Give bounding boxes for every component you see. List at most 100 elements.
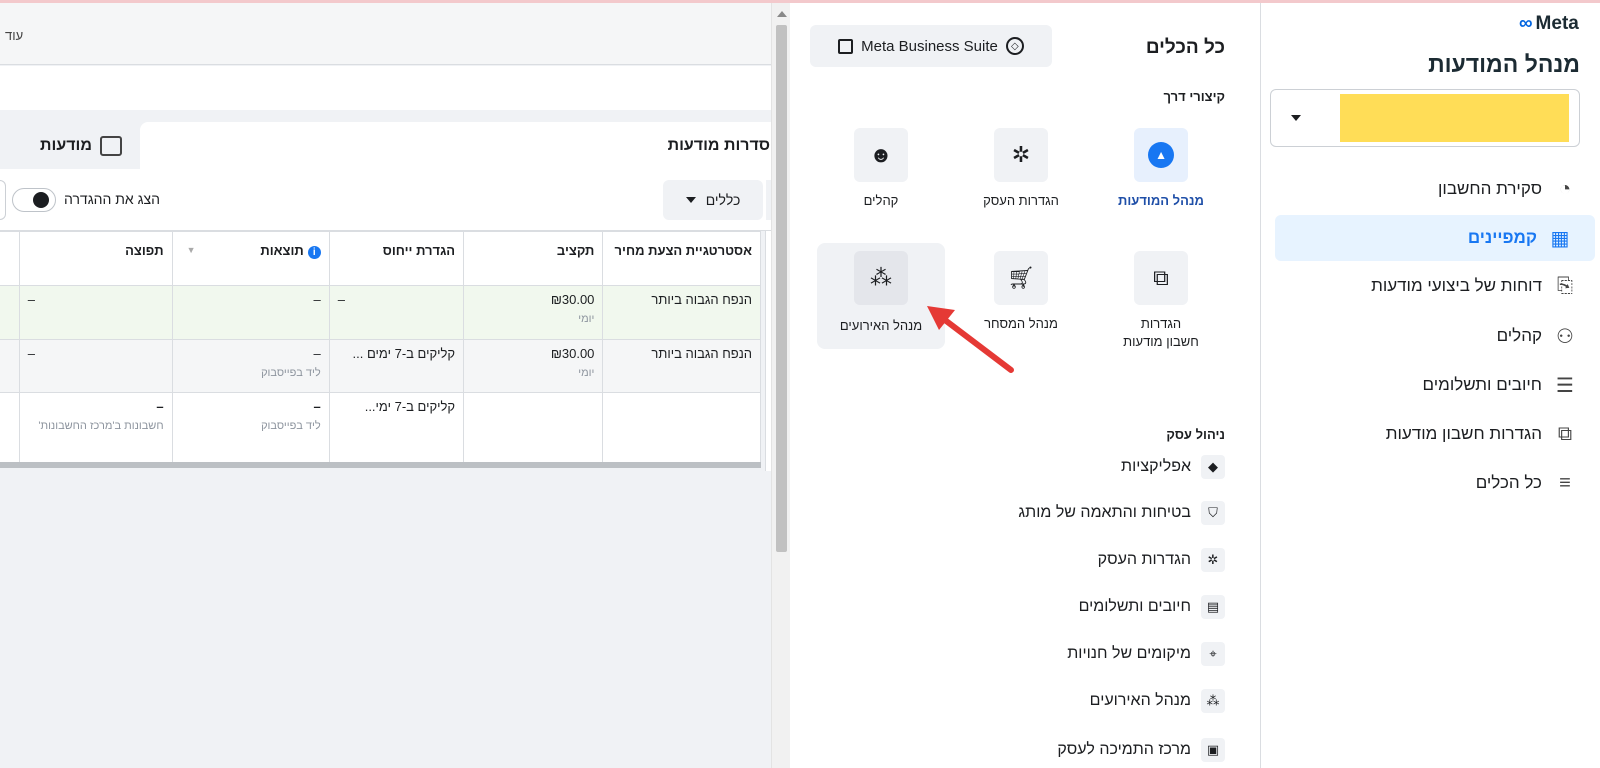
shortcut-business-settings[interactable]: ✲ הגדרות העסק	[957, 128, 1085, 236]
scrollbar-thumb[interactable]	[776, 25, 787, 552]
sidebar-item-label: הגדרות חשבון מודעות	[1385, 424, 1542, 443]
tool-brand-safety[interactable]: ⛉ בטיחות והתאמה של מותג	[1018, 501, 1225, 525]
billing-icon: ▤	[1201, 595, 1225, 619]
page-title: מנהל המודעות	[1428, 51, 1580, 77]
ad-icon	[100, 136, 122, 156]
tool-label: מיקומים של חנויות	[1067, 645, 1191, 662]
tool-business-support[interactable]: ▣ מרכז התמיכה לעסק	[1057, 738, 1225, 762]
ads-manager-icon: ▲	[1134, 128, 1188, 182]
table-grid-icon: ▦	[1550, 227, 1570, 250]
tool-apps[interactable]: ◆ אפליקציות	[1121, 455, 1225, 479]
shortcut-label: קהלים	[863, 193, 899, 208]
account-name-redacted	[1340, 94, 1569, 142]
sidebar-item-label: דוחות של ביצועי מודעות	[1371, 276, 1542, 295]
audiences-icon: ⚇	[1556, 325, 1574, 348]
business-suite-logo-icon: ◇	[1005, 37, 1024, 55]
sort-caret-icon[interactable]: ▼	[187, 242, 196, 259]
cell-overflow	[0, 285, 20, 340]
support-icon: ▣	[1201, 738, 1225, 762]
business-management-heading: ניהול עסק	[1166, 427, 1225, 442]
results-type: ליד בפייסבוק	[261, 367, 321, 379]
sidebar-item-label: קמפיינים	[1467, 228, 1537, 247]
sidebar-item-all-tools[interactable]: ≡ כל הכלים	[1270, 460, 1600, 506]
sidebar-item-label: חיובים ותשלומים	[1422, 375, 1542, 394]
table-row[interactable]: הנפח הגבוה ביותר ₪30.00 יומי – – –	[0, 285, 761, 340]
meta-business-suite-button[interactable]: Meta Business Suite ◇	[810, 25, 1052, 67]
cell-attribution: קליקים ב-7 ימים ...	[328, 339, 465, 393]
meta-logo[interactable]: ∞ Meta	[1519, 13, 1579, 35]
tool-billing[interactable]: ▤ חיובים ותשלומים	[1079, 595, 1225, 619]
col-reach-label: תפוצה	[125, 243, 164, 258]
more-link[interactable]: עוד	[5, 28, 23, 43]
meta-business-suite-label: Meta Business Suite	[861, 37, 998, 55]
shortcut-commerce-manager[interactable]: 🛒︎ מנהל המסחר	[957, 251, 1085, 359]
col-attribution[interactable]: הגדרת ייחוס	[328, 231, 465, 286]
external-link-icon	[838, 38, 854, 54]
events-manager-icon: ⁂	[854, 251, 908, 305]
results-value: –	[313, 399, 321, 414]
sidebar-item-reports[interactable]: ⎘ דוחות של ביצועי מודעות	[1270, 263, 1600, 309]
scroll-up-arrow-icon[interactable]	[777, 11, 787, 17]
show-setting-label: הצג את ההגדרה	[64, 191, 161, 207]
tool-label: אפליקציות	[1121, 458, 1191, 475]
rules-button[interactable]: כללים	[663, 180, 763, 220]
budget-period: יומי	[578, 313, 595, 325]
show-setting-toggle[interactable]	[12, 188, 56, 212]
info-icon[interactable]: i	[307, 246, 321, 259]
sidebar-item-billing[interactable]: ☰ חיובים ותשלומים	[1270, 362, 1600, 408]
tool-label: הגדרות העסק	[1097, 551, 1191, 568]
cell-results: – ליד בפייסבוק	[171, 392, 330, 468]
hamburger-menu-icon: ≡	[1559, 471, 1571, 494]
reach-value: –	[156, 399, 164, 414]
shortcut-label: הגדרות העסק	[983, 193, 1059, 208]
budget-value: ₪30.00	[550, 292, 595, 307]
shortcut-ad-account-settings[interactable]: ⧉ הגדרות חשבון מודעות	[1097, 251, 1225, 359]
billing-icon: ☰	[1556, 374, 1574, 397]
ad-account-settings-icon: ⧉	[1557, 422, 1573, 445]
tab-adsets[interactable]: סדרות מודעות	[140, 122, 771, 170]
cell-bid: הנפח הגבוה ביותר	[602, 285, 761, 340]
col-overflow	[0, 231, 20, 286]
results-type: ליד בפייסבוק	[261, 420, 321, 432]
vertical-scrollbar[interactable]	[771, 3, 790, 768]
col-results[interactable]: iתוצאות ▼	[171, 231, 330, 286]
toggle-knob	[33, 192, 49, 208]
col-budget[interactable]: תקציב	[463, 231, 604, 286]
budget-value: ₪30.00	[550, 346, 595, 361]
table-header-row: אסטרטגיית הצעת מחיר תקציב הגדרת ייחוס iת…	[0, 231, 761, 286]
cell-overflow	[0, 392, 20, 468]
tool-business-settings[interactable]: ✲ הגדרות העסק	[1098, 548, 1225, 572]
shortcut-events-manager[interactable]: ⁂ מנהל האירועים	[817, 243, 945, 349]
top-toolbar: עוד	[0, 3, 771, 65]
map-pin-icon: ⌖	[1201, 642, 1225, 666]
table-row[interactable]: הנפח הגבוה ביותר ₪30.00 יומי קליקים ב-7 י…	[0, 339, 761, 393]
tool-events-manager[interactable]: ⁂ מנהל האירועים	[1090, 689, 1225, 713]
cell-results: – ליד בפייסבוק	[171, 339, 330, 393]
col-bid-strategy-label: אסטרטגיית הצעת מחיר	[614, 243, 752, 258]
col-attribution-label: הגדרת ייחוס	[382, 243, 456, 258]
col-bid-strategy[interactable]: אסטרטגיית הצעת מחיר	[602, 231, 761, 286]
shortcut-ads-manager[interactable]: ▲ מנהל המודעות	[1097, 128, 1225, 236]
tool-label: בטיחות והתאמה של מותג	[1018, 504, 1191, 521]
tab-ads[interactable]: מודעות	[0, 122, 132, 170]
shortcut-audiences[interactable]: ☻ קהלים	[817, 128, 945, 236]
col-budget-label: תקציב	[556, 243, 595, 258]
meta-logo-text: Meta	[1535, 13, 1579, 34]
search-strip	[0, 66, 771, 110]
col-reach[interactable]: תפוצה	[18, 231, 173, 286]
account-selector[interactable]	[1270, 89, 1580, 147]
results-value: –	[313, 346, 321, 361]
sidebar-item-label: כל הכלים	[1475, 473, 1542, 492]
sidebar-item-campaigns[interactable]: ▦ קמפיינים	[1275, 215, 1595, 261]
shortcut-label: מנהל המודעות	[1118, 193, 1204, 208]
shortcuts-heading: קיצורי דרך	[1163, 89, 1225, 104]
sidebar-item-audiences[interactable]: ⚇ קהלים	[1270, 313, 1600, 359]
tool-store-locations[interactable]: ⌖ מיקומים של חנויות	[1067, 642, 1225, 666]
events-manager-icon: ⁂	[1201, 689, 1225, 713]
sidebar-item-account-overview[interactable]: ◔ סקירת החשבון	[1270, 166, 1600, 212]
shopping-cart-icon: 🛒︎	[994, 251, 1048, 305]
toolbar-left-button-edge[interactable]	[0, 180, 6, 220]
tab-adsets-label: סדרות מודעות	[667, 137, 770, 154]
reach-type: חשבונות ב'מרכז החשבונות'	[38, 420, 164, 432]
sidebar-item-ad-account-settings[interactable]: ⧉ הגדרות חשבון מודעות	[1270, 411, 1600, 457]
